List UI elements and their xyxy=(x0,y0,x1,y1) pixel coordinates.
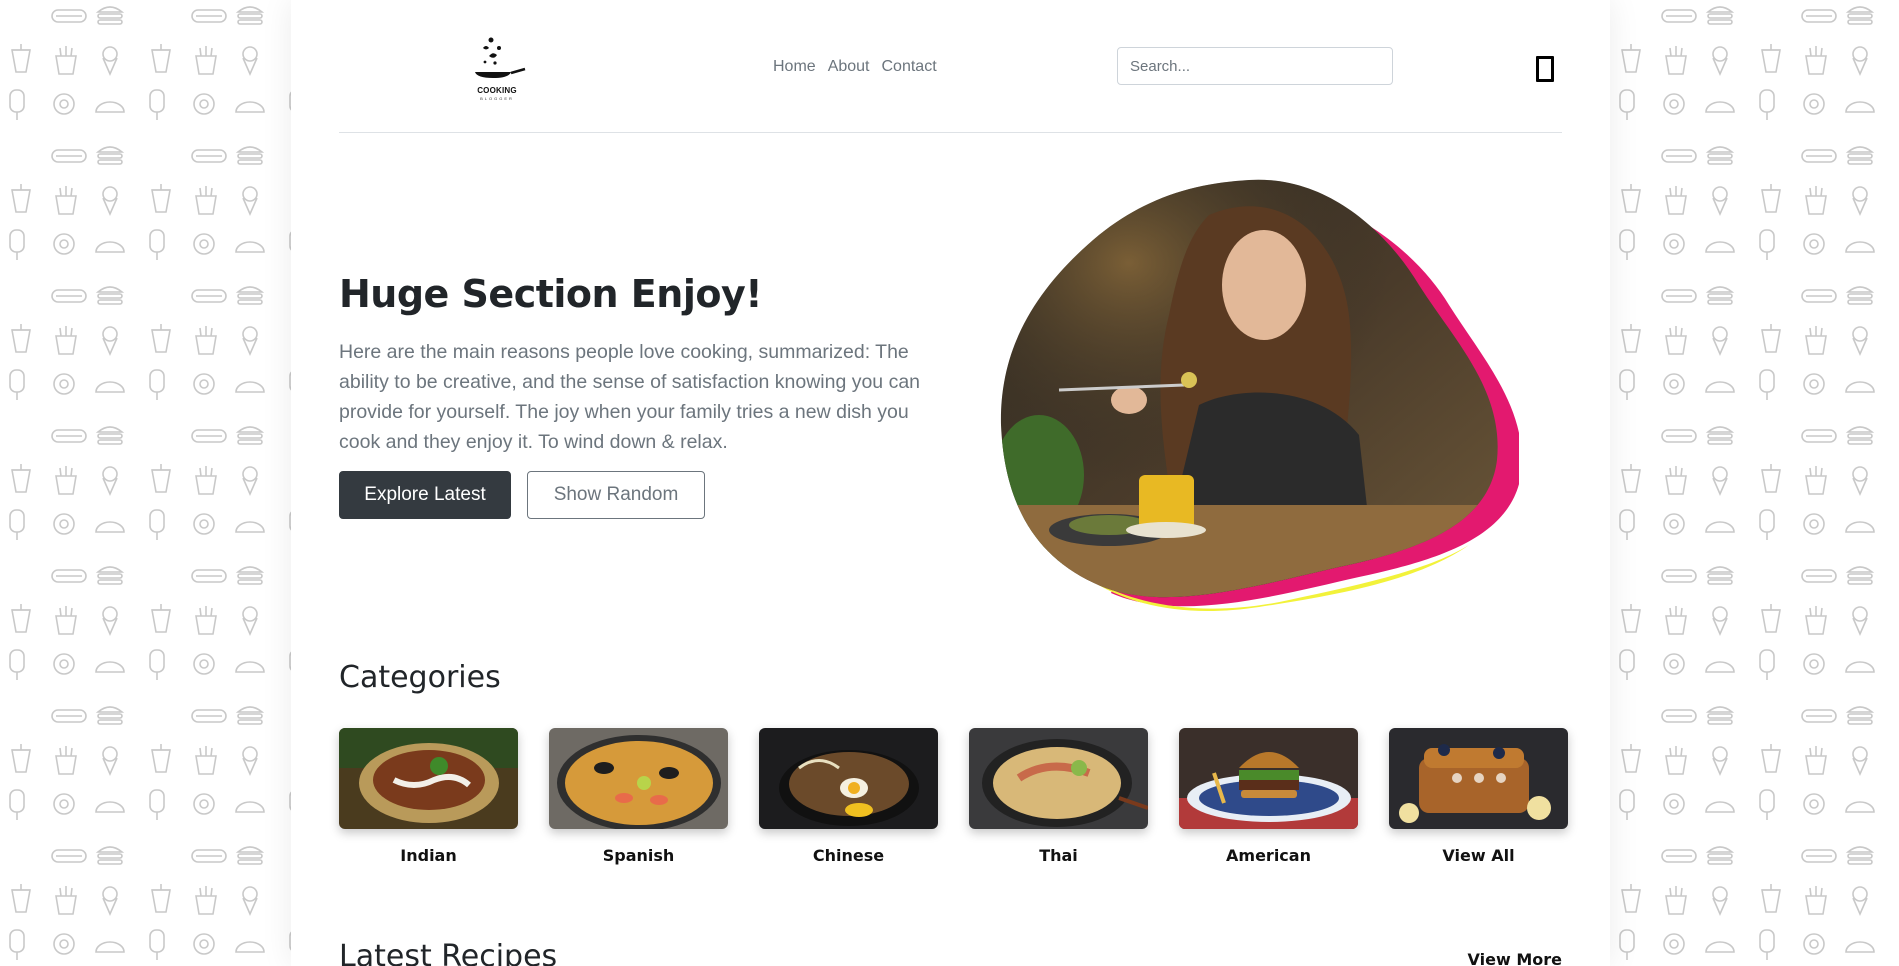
category-image-thai xyxy=(969,728,1148,829)
background-pattern-left xyxy=(0,0,291,966)
hero-title: Huge Section Enjoy! xyxy=(339,272,763,316)
categories-heading: Categories xyxy=(339,660,501,695)
main-nav: Home About Contact xyxy=(767,55,943,79)
cooking-pan-icon xyxy=(475,37,526,78)
view-more-link[interactable]: View More xyxy=(1468,950,1562,966)
menu-icon[interactable] xyxy=(1536,56,1554,82)
nav-contact[interactable]: Contact xyxy=(876,55,943,79)
hero-image xyxy=(999,175,1522,615)
category-card-thai[interactable]: Thai xyxy=(969,728,1148,865)
search-input[interactable] xyxy=(1117,47,1393,85)
show-random-button[interactable]: Show Random xyxy=(527,471,705,519)
category-image-indian xyxy=(339,728,518,829)
nav-about[interactable]: About xyxy=(822,55,876,79)
hero-description: Here are the main reasons people love co… xyxy=(339,341,921,453)
background-pattern-right xyxy=(1610,0,1899,966)
site-logo[interactable]: COOKING BLOGGER xyxy=(467,36,527,102)
latest-recipes-heading: Latest Recipes xyxy=(339,939,558,966)
category-image-chinese xyxy=(759,728,938,829)
category-card-american[interactable]: American xyxy=(1179,728,1358,865)
page-container: COOKING BLOGGER Home About Contact Huge … xyxy=(291,0,1610,966)
category-card-chinese[interactable]: Chinese xyxy=(759,728,938,865)
category-card-view-all[interactable]: View All xyxy=(1389,728,1568,865)
logo-subtext: BLOGGER xyxy=(480,96,514,101)
category-image-american xyxy=(1179,728,1358,829)
site-header: COOKING BLOGGER Home About Contact xyxy=(339,0,1562,133)
logo-text: COOKING xyxy=(477,86,517,95)
category-label: Thai xyxy=(1039,846,1078,865)
category-image-spanish xyxy=(549,728,728,829)
category-label: View All xyxy=(1442,846,1515,865)
category-label: Indian xyxy=(400,846,457,865)
category-label: Spanish xyxy=(602,846,675,865)
nav-home[interactable]: Home xyxy=(767,55,822,79)
category-card-indian[interactable]: Indian xyxy=(339,728,518,865)
explore-latest-button[interactable]: Explore Latest xyxy=(339,471,511,519)
category-image-view-all xyxy=(1389,728,1568,829)
categories-list: Indian Spanish Chinese Thai American Vie… xyxy=(339,728,1568,868)
category-label: American xyxy=(1226,846,1311,865)
category-label: Chinese xyxy=(812,846,885,865)
category-card-spanish[interactable]: Spanish xyxy=(549,728,728,865)
